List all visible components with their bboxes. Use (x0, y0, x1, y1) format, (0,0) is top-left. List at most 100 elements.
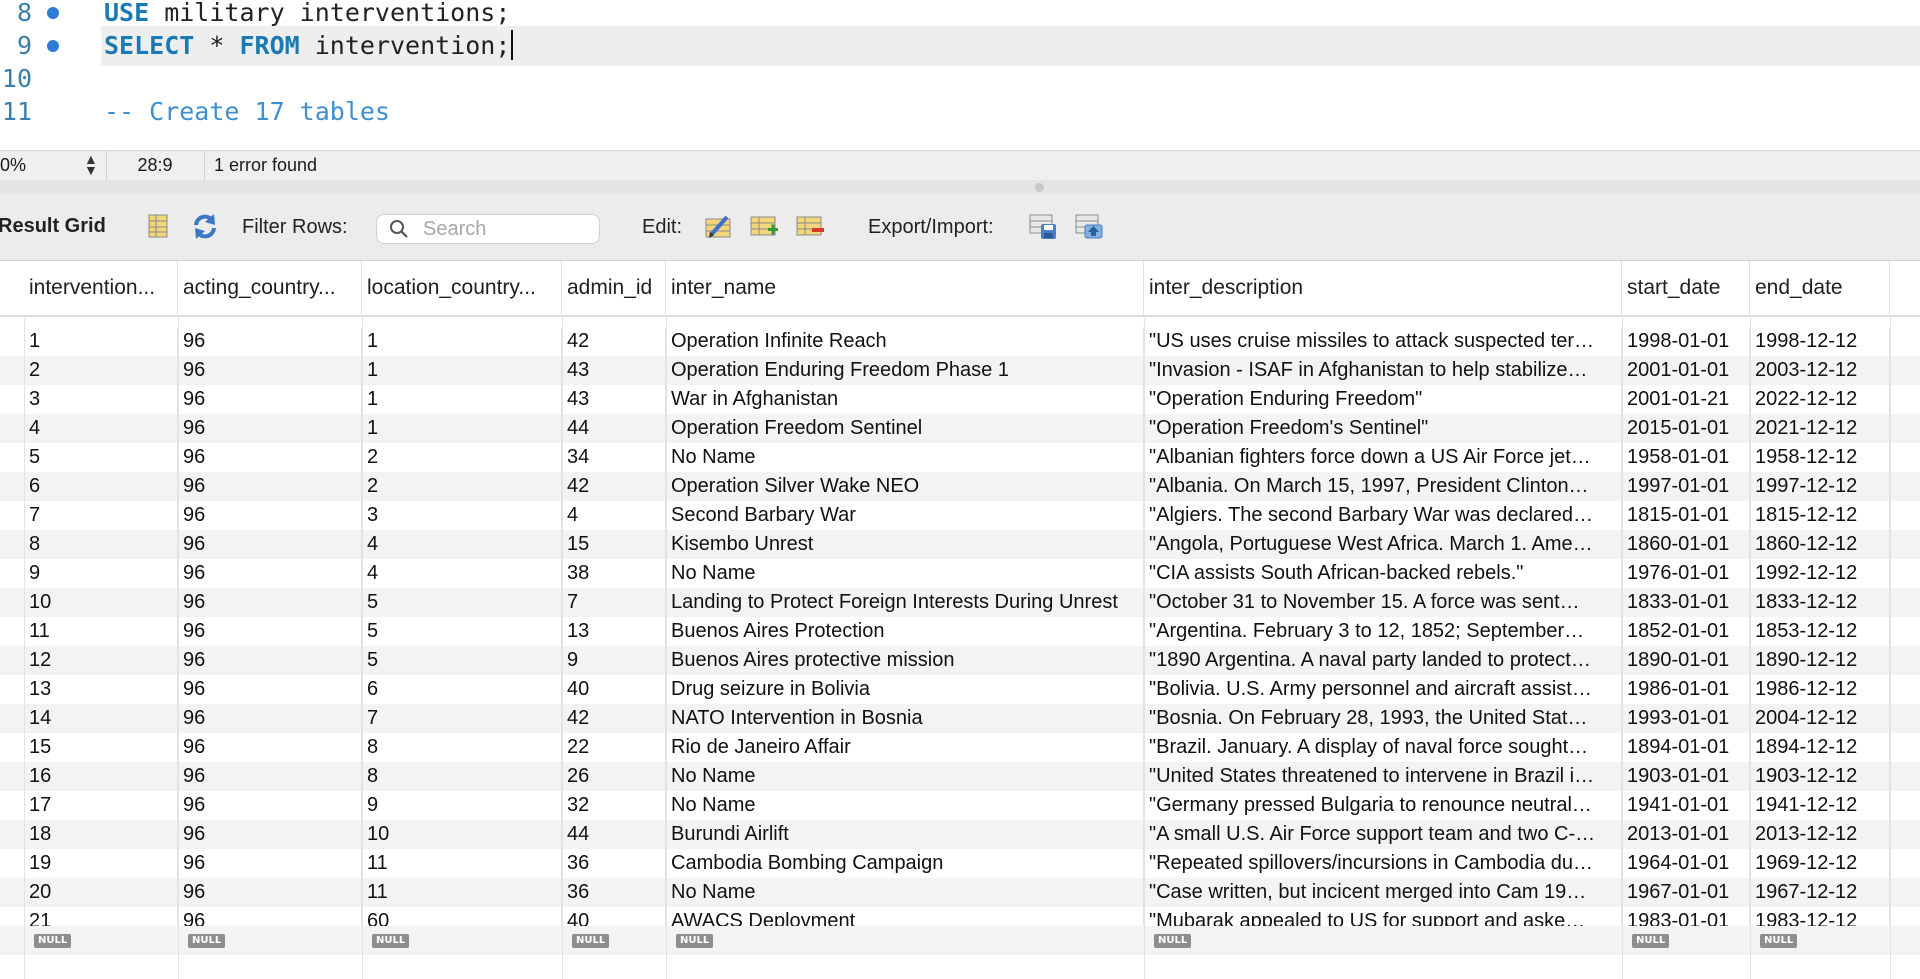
zoom-control[interactable]: 0% ▲ ▼ (0, 151, 107, 180)
table-cell[interactable]: 26 (562, 762, 666, 791)
table-cell[interactable]: 32 (562, 791, 666, 820)
table-cell[interactable]: 9 (362, 791, 562, 820)
search-input[interactable] (423, 217, 593, 241)
table-cell[interactable]: 2013-12-12 (1750, 820, 1890, 849)
table-row[interactable]: 11 96 5 13 Buenos Aires Protection "Argentina… (0, 617, 1920, 646)
table-cell[interactable]: "Germany pressed Bulgaria to renounce ne… (1144, 791, 1622, 820)
table-cell[interactable]: 1833-12-12 (1750, 588, 1890, 617)
result-grid-title[interactable]: Result Grid (0, 215, 106, 238)
table-cell[interactable]: 96 (178, 356, 362, 385)
table-cell[interactable]: Buenos Aires Protection (666, 617, 1144, 646)
table-cell[interactable]: No Name (666, 559, 1144, 588)
table-cell[interactable]: Burundi Airlift (666, 820, 1144, 849)
table-cell[interactable]: 96 (178, 327, 362, 356)
table-cell[interactable]: 3 (362, 501, 562, 530)
table-cell[interactable]: "Algiers. The second Barbary War was dec… (1144, 501, 1622, 530)
table-cell[interactable]: 1890-01-01 (1622, 646, 1750, 675)
table-cell[interactable]: 18 (24, 820, 178, 849)
table-cell[interactable]: 43 (562, 385, 666, 414)
table-cell[interactable]: Kisembo Unrest (666, 530, 1144, 559)
table-cell[interactable]: 96 (178, 762, 362, 791)
table-cell[interactable]: "Brazil. January. A display of naval for… (1144, 733, 1622, 762)
table-cell[interactable]: 2 (362, 443, 562, 472)
table-cell[interactable]: 1860-01-01 (1622, 530, 1750, 559)
table-cell[interactable]: 38 (562, 559, 666, 588)
table-cell[interactable]: 1941-01-01 (1622, 791, 1750, 820)
col-inter-name-header[interactable]: inter_name (666, 261, 1144, 315)
table-cell[interactable]: Operation Silver Wake NEO (666, 472, 1144, 501)
table-cell[interactable]: 17 (24, 791, 178, 820)
table-cell[interactable]: 96 (178, 704, 362, 733)
table-cell[interactable]: 1993-01-01 (1622, 704, 1750, 733)
table-cell[interactable]: 20 (24, 878, 178, 907)
table-row[interactable]: 7 96 3 4 Second Barbary War "Algiers. The sec… (0, 501, 1920, 530)
table-cell[interactable]: 2004-12-12 (1750, 704, 1890, 733)
table-cell[interactable]: "Invasion - ISAF in Afghanistan to help … (1144, 356, 1622, 385)
table-cell[interactable]: "Albania. On March 15, 1997, President C… (1144, 472, 1622, 501)
table-cell[interactable]: "Argentina. February 3 to 12, 1852; Sept… (1144, 617, 1622, 646)
col-intervention-id-header[interactable]: intervention... (24, 261, 178, 315)
table-cell[interactable]: 1894-12-12 (1750, 733, 1890, 762)
col-acting-country-header[interactable]: acting_country... (178, 261, 362, 315)
table-cell[interactable]: 11 (362, 849, 562, 878)
breakpoint-dot-icon[interactable] (47, 7, 59, 19)
table-cell[interactable]: 15 (562, 530, 666, 559)
table-cell[interactable]: 1998-12-12 (1750, 327, 1890, 356)
table-cell[interactable]: Operation Freedom Sentinel (666, 414, 1144, 443)
table-cell[interactable]: 1969-12-12 (1750, 849, 1890, 878)
table-cell[interactable]: 9 (562, 646, 666, 675)
table-cell[interactable]: 13 (562, 617, 666, 646)
table-cell[interactable]: 12 (24, 646, 178, 675)
table-cell[interactable]: "Bolivia. U.S. Army personnel and aircra… (1144, 675, 1622, 704)
table-row[interactable]: 8 96 4 15 Kisembo Unrest "Angola, Portuguese … (0, 530, 1920, 559)
table-cell[interactable]: 2015-01-01 (1622, 414, 1750, 443)
table-cell[interactable]: 4 (24, 414, 178, 443)
table-row[interactable]: 20 96 11 36 No Name "Case written, but incice… (0, 878, 1920, 907)
table-cell[interactable]: 96 (178, 617, 362, 646)
table-cell[interactable]: "Operation Enduring Freedom" (1144, 385, 1622, 414)
table-row[interactable]: 13 96 6 40 Drug seizure in Bolivia "Bolivia. … (0, 675, 1920, 704)
table-row[interactable]: 3 96 1 43 War in Afghanistan "Operation Endur… (0, 385, 1920, 414)
table-cell[interactable]: 96 (178, 559, 362, 588)
table-cell[interactable]: 96 (178, 443, 362, 472)
table-cell[interactable]: No Name (666, 443, 1144, 472)
table-cell[interactable]: "1890 Argentina. A naval party landed to… (1144, 646, 1622, 675)
table-cell[interactable]: 2 (24, 356, 178, 385)
table-cell[interactable]: "Albanian fighters force down a US Air F… (1144, 443, 1622, 472)
result-grid[interactable]: intervention... acting_country... location… (0, 261, 1920, 979)
edit-row-icon[interactable] (703, 211, 733, 241)
table-cell[interactable]: 1 (362, 327, 562, 356)
table-cell[interactable]: 34 (562, 443, 666, 472)
refresh-icon[interactable] (190, 211, 220, 241)
table-cell[interactable]: 16 (24, 762, 178, 791)
table-cell[interactable]: 1815-01-01 (1622, 501, 1750, 530)
table-cell[interactable]: 2013-01-01 (1622, 820, 1750, 849)
table-cell[interactable]: 1941-12-12 (1750, 791, 1890, 820)
table-cell[interactable]: Drug seizure in Bolivia (666, 675, 1144, 704)
table-cell[interactable]: 11 (362, 878, 562, 907)
table-cell[interactable]: 42 (562, 704, 666, 733)
table-cell[interactable]: 1998-01-01 (1622, 327, 1750, 356)
table-cell[interactable]: 4 (562, 501, 666, 530)
sql-editor[interactable]: 8 USE military_interventions; 9 SELECT *… (0, 0, 1920, 150)
table-cell[interactable]: 7 (24, 501, 178, 530)
table-cell[interactable]: 42 (562, 472, 666, 501)
table-cell[interactable]: 1986-12-12 (1750, 675, 1890, 704)
table-cell[interactable]: 4 (362, 530, 562, 559)
table-cell[interactable]: "A small U.S. Air Force support team and… (1144, 820, 1622, 849)
table-cell[interactable]: NATO Intervention in Bosnia (666, 704, 1144, 733)
table-row[interactable]: 12 96 5 9 Buenos Aires protective mission "18… (0, 646, 1920, 675)
table-cell[interactable]: 2001-01-21 (1622, 385, 1750, 414)
table-cell[interactable]: 8 (24, 530, 178, 559)
table-cell[interactable]: Landing to Protect Foreign Interests Dur… (666, 588, 1144, 617)
table-cell[interactable]: 5 (24, 443, 178, 472)
table-cell[interactable]: 96 (178, 849, 362, 878)
table-cell[interactable]: 42 (562, 327, 666, 356)
table-cell[interactable]: Second Barbary War (666, 501, 1144, 530)
table-cell[interactable]: 6 (24, 472, 178, 501)
table-cell[interactable]: 96 (178, 820, 362, 849)
col-end-date-header[interactable]: end_date (1750, 261, 1890, 315)
table-cell[interactable]: "October 31 to November 15. A force was … (1144, 588, 1622, 617)
table-cell[interactable]: 3 (24, 385, 178, 414)
table-cell[interactable]: 13 (24, 675, 178, 704)
